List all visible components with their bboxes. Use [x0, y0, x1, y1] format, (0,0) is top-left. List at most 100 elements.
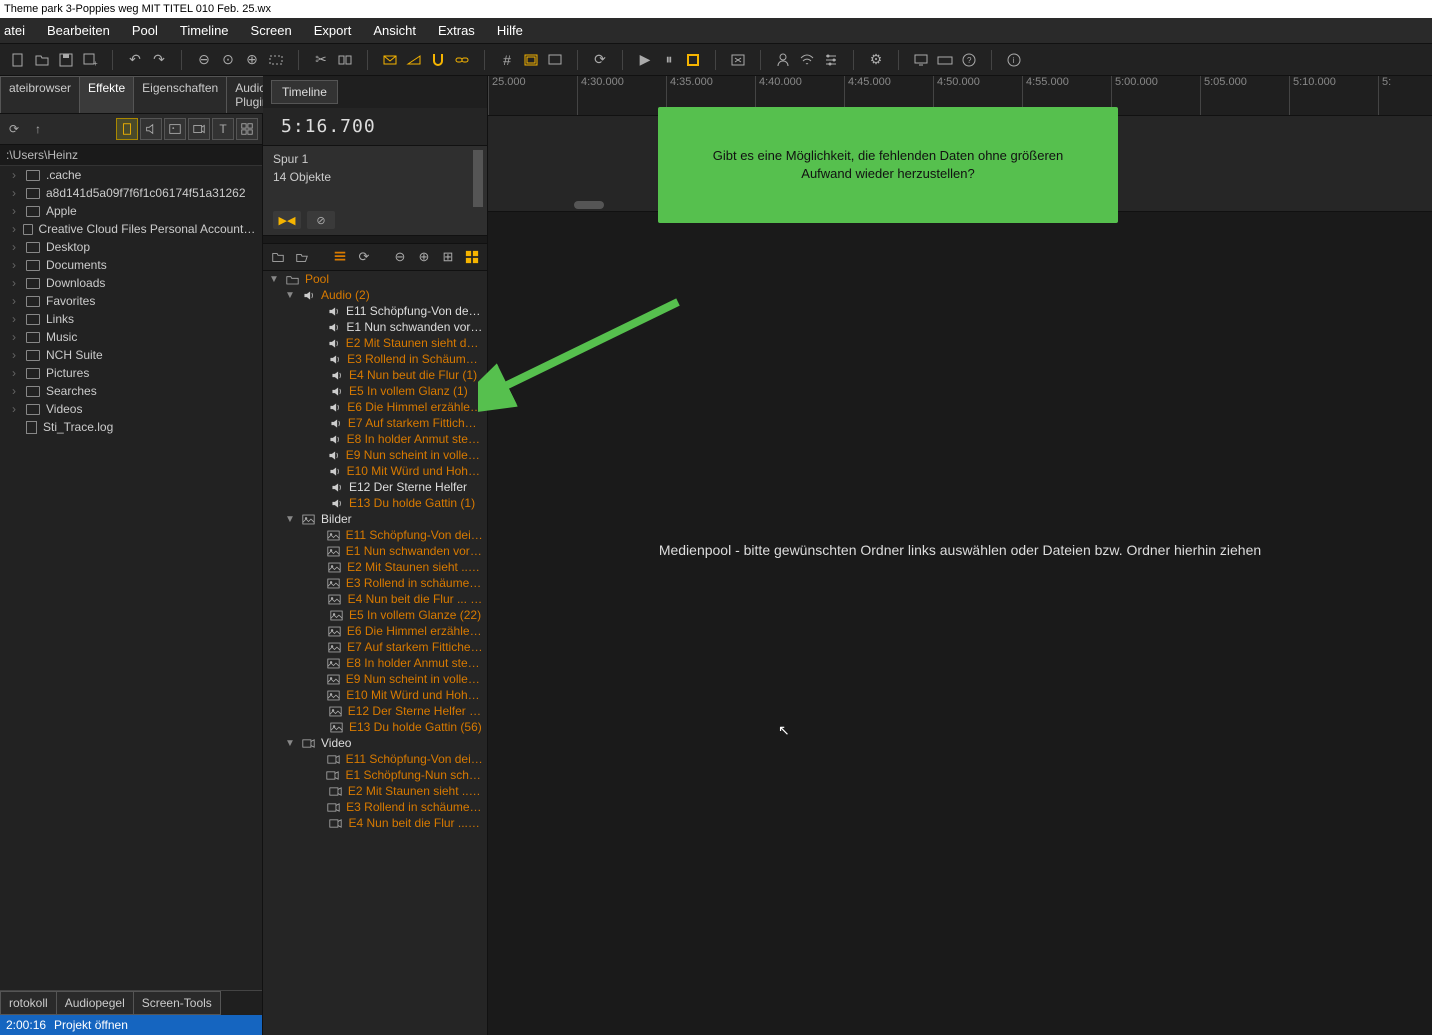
filter-grid-icon[interactable]	[236, 118, 258, 140]
expand-icon[interactable]: ⊕	[415, 248, 433, 266]
pool-node[interactable]: ▼Video	[263, 735, 487, 751]
pool-node[interactable]: E6 Die Himmel erzählen (47)	[263, 623, 487, 639]
menu-hilfe[interactable]: Hilfe	[497, 23, 523, 38]
filter-text-icon[interactable]: T	[212, 118, 234, 140]
close-screen-icon[interactable]	[728, 50, 748, 70]
keyboard-icon[interactable]	[935, 50, 955, 70]
tab-ateibrowser[interactable]: ateibrowser	[0, 76, 80, 113]
menu-screen[interactable]: Screen	[251, 23, 292, 38]
tree-item[interactable]: ›Desktop	[0, 238, 262, 256]
menu-bearbeiten[interactable]: Bearbeiten	[47, 23, 110, 38]
bottom-tab-screen-tools[interactable]: Screen-Tools	[133, 991, 221, 1015]
zoom-out-icon[interactable]: ⊖	[194, 50, 214, 70]
user-icon[interactable]	[773, 50, 793, 70]
link-icon[interactable]	[452, 50, 472, 70]
wifi-icon[interactable]	[797, 50, 817, 70]
pool-node[interactable]: E11 Schöpfung-Von deiner Güte...	[263, 751, 487, 767]
pool-node[interactable]: E1 Nun schwanden vor dem ... ...	[263, 543, 487, 559]
pool-node[interactable]: E12 Der Sterne Helfer (76)	[263, 703, 487, 719]
up-icon[interactable]: ↑	[28, 119, 48, 139]
thumbnail-icon[interactable]	[463, 248, 481, 266]
safezone-icon[interactable]	[521, 50, 541, 70]
add-icon[interactable]: ⊞	[439, 248, 457, 266]
split-icon[interactable]	[335, 50, 355, 70]
pool-node[interactable]: E3 Rollend in Schäumen (1)	[263, 351, 487, 367]
track-scrollbar[interactable]	[473, 150, 483, 207]
tree-item[interactable]: ›Links	[0, 310, 262, 328]
zoom-in-icon[interactable]: ⊕	[242, 50, 262, 70]
pause-icon[interactable]: ⏸	[659, 50, 679, 70]
pool-node[interactable]: E7 Auf starkem Fittiche (2)	[263, 415, 487, 431]
pool-tree[interactable]: ▼Pool▼Audio (2)E11 Schöpfung-Von deiner …	[263, 271, 487, 1035]
menu-pool[interactable]: Pool	[132, 23, 158, 38]
info-icon[interactable]: i	[1004, 50, 1024, 70]
menu-atei[interactable]: atei	[4, 23, 25, 38]
cut-icon[interactable]: ✂	[311, 50, 331, 70]
tree-item[interactable]: ›Downloads	[0, 274, 262, 292]
menu-ansicht[interactable]: Ansicht	[373, 23, 416, 38]
refresh-icon[interactable]: ⟳	[4, 119, 24, 139]
pool-node[interactable]: E1 Nun schwanden vor dem ...	[263, 319, 487, 335]
reload-icon[interactable]: ⟳	[355, 248, 373, 266]
envelope-icon[interactable]	[380, 50, 400, 70]
pool-node[interactable]: E1 Schöpfung-Nun schwanden v...	[263, 767, 487, 783]
undo-icon[interactable]: ↶	[125, 50, 145, 70]
pool-node[interactable]: E4 Nun beit die Flur ... (1)	[263, 815, 487, 831]
pool-node[interactable]: E3 Rollend in schäumend ... (2)	[263, 799, 487, 815]
tree-item[interactable]: ›Searches	[0, 382, 262, 400]
horizontal-scrollbar[interactable]	[574, 201, 604, 209]
screen-icon[interactable]	[545, 50, 565, 70]
pool-node[interactable]: ▼Audio (2)	[263, 287, 487, 303]
pool-node[interactable]: E2 Mit Staunen sieht ... (15)	[263, 559, 487, 575]
pool-node[interactable]: E11 Schöpfung-Von deiner Güte	[263, 303, 487, 319]
media-area[interactable]: Medienpool - bitte gewünschten Ordner li…	[488, 212, 1432, 1035]
grid-icon[interactable]: #	[497, 50, 517, 70]
tree-item[interactable]: ›Music	[0, 328, 262, 346]
pool-node[interactable]: E9 Nun scheint in vollem Glanz...	[263, 447, 487, 463]
pool-node[interactable]: E13 Du holde Gattin (56)	[263, 719, 487, 735]
tree-item[interactable]: ›Creative Cloud Files Personal Account H…	[0, 220, 262, 238]
filter-audio-icon[interactable]	[140, 118, 162, 140]
play-icon[interactable]: ▶	[635, 50, 655, 70]
tree-item[interactable]: ›Apple	[0, 202, 262, 220]
pool-node[interactable]: E10 Mit Würd und Hohheit (26)	[263, 687, 487, 703]
filter-image-icon[interactable]	[164, 118, 186, 140]
zoom-fit-icon[interactable]: ⊙	[218, 50, 238, 70]
folder-tree[interactable]: ›.cache›a8d141d5a09f7f6f1c06174f51a31262…	[0, 166, 262, 578]
new-doc-icon[interactable]	[8, 50, 28, 70]
pool-node[interactable]: E6 Die Himmel erzählen (1)	[263, 399, 487, 415]
magnet-icon[interactable]	[428, 50, 448, 70]
tree-item[interactable]: ›Favorites	[0, 292, 262, 310]
tab-eigenschaften[interactable]: Eigenschaften	[133, 76, 227, 113]
pool-node[interactable]: E8 In holder Anmut stehen (64)	[263, 655, 487, 671]
tree-item[interactable]: ›NCH Suite	[0, 346, 262, 364]
help-icon[interactable]: ?	[959, 50, 979, 70]
pool-node[interactable]: ▼Pool	[263, 271, 487, 287]
sliders-icon[interactable]	[821, 50, 841, 70]
tree-item[interactable]: ›.cache	[0, 166, 262, 184]
pool-node[interactable]: E12 Der Sterne Helfer	[263, 479, 487, 495]
tab-timeline[interactable]: Timeline	[271, 80, 338, 104]
stop-icon[interactable]	[683, 50, 703, 70]
tab-effekte[interactable]: Effekte	[79, 76, 134, 113]
pool-node[interactable]: E4 Nun beit die Flur ... (45)	[263, 591, 487, 607]
track-prev-next-icon[interactable]: ▶◀	[273, 211, 301, 229]
bottom-tab-audiopegel[interactable]: Audiopegel	[56, 991, 134, 1015]
track-header[interactable]: Spur 1 14 Objekte ▶◀ ⊘	[263, 146, 487, 236]
pool-node[interactable]: E10 Mit Würd und Hohheit (1)	[263, 463, 487, 479]
list-view-icon[interactable]	[331, 248, 349, 266]
redo-icon[interactable]: ↷	[149, 50, 169, 70]
sync-icon[interactable]: ⟳	[590, 50, 610, 70]
pool-node[interactable]: E2 Mit Staunen sieht das Wund...	[263, 335, 487, 351]
pool-node[interactable]: E5 In vollem Glanz (1)	[263, 383, 487, 399]
menu-export[interactable]: Export	[314, 23, 352, 38]
pool-node[interactable]: E7 Auf starkem Fittiche (85)	[263, 639, 487, 655]
filter-video-icon[interactable]	[188, 118, 210, 140]
open-icon[interactable]	[32, 50, 52, 70]
tree-item[interactable]: ›Sti_Trace.log	[0, 418, 262, 436]
collapse-icon[interactable]: ⊖	[391, 248, 409, 266]
pool-node[interactable]: ▼Bilder	[263, 511, 487, 527]
pool-node[interactable]: E2 Mit Staunen sieht ... (2)	[263, 783, 487, 799]
menu-timeline[interactable]: Timeline	[180, 23, 229, 38]
gear-icon[interactable]: ⚙	[866, 50, 886, 70]
